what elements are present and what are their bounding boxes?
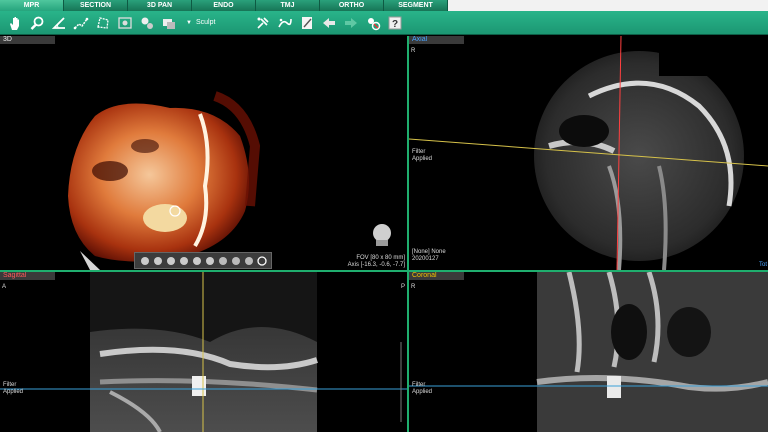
panel-label-coronal: Coronal [409,272,464,280]
axial-corner-label: Tot [758,262,767,268]
panel-axial[interactable]: Axial R Filter Applied [None] None 20200… [409,36,768,270]
panel-label-axial: Axial [409,36,464,44]
tab-mpr[interactable]: MPR [0,0,64,11]
axial-preset: [None] None [412,249,446,255]
axial-filter-label: Filter [412,149,426,155]
hand-icon[interactable] [4,12,26,34]
fov-readout: FOV [80 x 80 mm] [356,255,405,261]
sculpt-label: Sculpt [195,19,216,26]
axial-date: 20200127 [412,256,439,262]
help-icon[interactable]: ? [384,12,406,34]
view-preset-back-icon[interactable] [204,255,215,266]
axial-ct-image [409,36,768,270]
sagittal-filter-label: Filter [3,382,17,388]
measure-icon[interactable] [70,12,92,34]
area-icon[interactable] [92,12,114,34]
redo-icon[interactable] [340,12,362,34]
head-orientation-icon[interactable] [373,224,391,246]
tab-tmj[interactable]: TMJ [256,0,320,11]
sagittal-orient-p: P [400,284,405,290]
tab-endo[interactable]: ENDO [192,0,256,11]
toolbar: ▼ Sculpt ? [0,11,768,35]
note-icon[interactable] [296,12,318,34]
tab-bar: MPR SECTION 3D PAN ENDO TMJ ORTHO SEGMEN… [0,0,768,11]
zoom-icon[interactable] [26,12,48,34]
sagittal-filter-applied: Applied [3,389,24,395]
volume-rendering-image [68,91,391,270]
view-preset-front-icon[interactable] [139,255,150,266]
view-preset-oblique1-icon[interactable] [217,255,228,266]
tab-segment[interactable]: SEGMENT [384,0,448,11]
coronal-filter-label: Filter [412,382,426,388]
chevron-down-icon: ▼ [186,19,192,26]
panel-coronal[interactable]: Coronal R Filter Applied [409,272,768,432]
vertical-divider[interactable] [407,36,409,432]
panel-label-sagittal: Sagittal [0,272,55,280]
tab-section[interactable]: SECTION [64,0,128,11]
screenshot-icon[interactable] [114,12,136,34]
layers-icon[interactable] [158,12,180,34]
svg-text:?: ? [392,19,398,30]
sculpt-dropdown[interactable]: ▼ Sculpt [186,19,232,26]
panel-3d[interactable]: 3D FOV [80 x 80 mm] Axis [-16.3, -0.6, -… [0,36,407,270]
coronal-orient-r: R [411,284,416,290]
axial-filter-applied: Applied [412,156,433,162]
view-preset-oblique3-icon[interactable] [243,255,254,266]
implant-icon[interactable] [252,12,274,34]
horizontal-divider[interactable] [0,270,768,272]
panel-sagittal[interactable]: Sagittal A P Filter Applied [0,272,407,432]
view-preset-top-icon[interactable] [178,255,189,266]
axis-readout: Axis [-16.3, -0.6, -7.7] [347,262,405,268]
undo-icon[interactable] [318,12,340,34]
view-preset-bar [134,252,272,269]
nerve-icon[interactable] [274,12,296,34]
view-preset-oblique2-icon[interactable] [230,255,241,266]
settings-icon[interactable] [362,12,384,34]
tab-ortho[interactable]: ORTHO [320,0,384,11]
gear-users-icon[interactable] [136,12,158,34]
view-preset-left-icon[interactable] [165,255,176,266]
axial-orient-r: R [411,48,416,54]
angle-icon[interactable] [48,12,70,34]
tab-strip: MPR SECTION 3D PAN ENDO TMJ ORTHO SEGMEN… [0,0,448,11]
view-preset-bottom-icon[interactable] [191,255,202,266]
coronal-ct-image [409,272,768,432]
tab-3d-pan[interactable]: 3D PAN [128,0,192,11]
reset-view-icon[interactable] [256,255,267,266]
coronal-filter-applied: Applied [412,389,433,395]
view-preset-right-icon[interactable] [152,255,163,266]
sagittal-orient-a: A [2,284,7,290]
sagittal-ct-image [0,272,407,432]
